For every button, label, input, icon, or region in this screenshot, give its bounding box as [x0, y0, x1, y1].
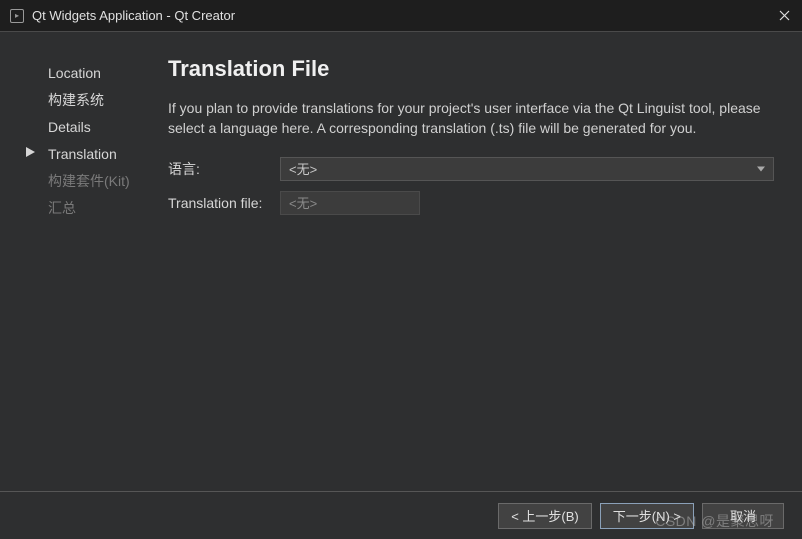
next-button[interactable]: 下一步(N) > [600, 503, 694, 529]
sidebar-item-summary: 汇总 [20, 195, 148, 222]
wizard-body: Location 构建系统 Details Translation 构建套件(K… [0, 32, 802, 491]
language-combobox[interactable]: <无> [280, 157, 774, 181]
language-label: 语言: [168, 159, 280, 179]
close-icon[interactable] [768, 1, 800, 31]
sidebar-item-translation: Translation [20, 141, 148, 168]
titlebar: ▸ Qt Widgets Application - Qt Creator [0, 0, 802, 32]
language-value: <无> [289, 159, 317, 178]
chevron-down-icon [757, 166, 765, 171]
window-title: Qt Widgets Application - Qt Creator [32, 8, 768, 23]
translationfile-field: <无> [280, 191, 420, 215]
sidebar-item-buildsystem: 构建系统 [20, 87, 148, 114]
wizard-sidebar: Location 构建系统 Details Translation 构建套件(K… [0, 42, 158, 491]
translationfile-value: <无> [289, 193, 317, 212]
translationfile-label: Translation file: [168, 195, 280, 211]
sidebar-item-kits: 构建套件(Kit) [20, 168, 148, 195]
back-button[interactable]: < 上一步(B) [498, 503, 592, 529]
cancel-button[interactable]: 取消 [702, 503, 784, 529]
app-icon: ▸ [10, 9, 24, 23]
sidebar-item-location: Location [20, 60, 148, 87]
page-title: Translation File [168, 56, 774, 82]
wizard-main: Translation File If you plan to provide … [158, 42, 802, 491]
sidebar-item-details: Details [20, 114, 148, 141]
language-row: 语言: <无> [168, 157, 774, 181]
translationfile-row: Translation file: <无> [168, 191, 774, 215]
page-description: If you plan to provide translations for … [168, 98, 774, 139]
wizard-button-row: < 上一步(B) 下一步(N) > 取消 [0, 491, 802, 539]
